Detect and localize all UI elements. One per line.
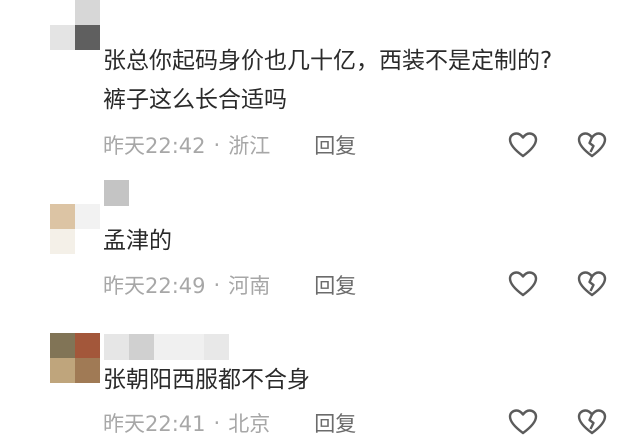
avatar-pixel (75, 25, 100, 50)
avatar-pixel (50, 25, 75, 50)
username-block (204, 334, 229, 360)
avatar-pixel (75, 333, 100, 358)
dislike-icon[interactable] (577, 270, 607, 298)
comment-time: 昨天22:41 (103, 412, 206, 436)
comment-location: 北京 (228, 412, 271, 436)
avatar-pixel (75, 0, 100, 25)
avatar-pixel (50, 358, 75, 383)
like-icon[interactable] (508, 131, 538, 159)
username-block (104, 334, 129, 360)
avatar-pixel (50, 204, 75, 229)
comment-meta: 昨天22:42 · 浙江 回复 (103, 130, 356, 160)
avatar[interactable] (50, 204, 100, 254)
comment-location: 河南 (228, 274, 271, 298)
avatar-pixel (75, 204, 100, 229)
comment-text: 孟津的 (103, 222, 172, 261)
comment-text: 张朝阳西服都不合身 (103, 361, 310, 400)
username-block (104, 180, 129, 206)
avatar-pixel (75, 358, 100, 383)
avatar[interactable] (50, 0, 100, 50)
like-icon[interactable] (508, 408, 538, 436)
meta-separator: · (213, 411, 221, 435)
like-icon[interactable] (508, 270, 538, 298)
comment-meta: 昨天22:41 · 北京 回复 (103, 408, 356, 438)
comment-text: 张总你起码身价也几十亿，西装不是定制的? 裤子这么长合适吗 (103, 42, 552, 120)
avatar-pixel (50, 333, 75, 358)
dislike-icon[interactable] (577, 408, 607, 436)
username-block (154, 334, 204, 360)
dislike-icon[interactable] (577, 131, 607, 159)
username-block (129, 180, 154, 206)
reply-button[interactable]: 回复 (314, 408, 356, 438)
comment-text-line: 张朝阳西服都不合身 (103, 367, 310, 393)
comment-time: 昨天22:49 (103, 274, 206, 298)
comment-text-line: 裤子这么长合适吗 (103, 87, 287, 113)
username-placeholder[interactable] (104, 180, 154, 206)
reply-button[interactable]: 回复 (314, 270, 356, 300)
comment-meta: 昨天22:49 · 河南 回复 (103, 270, 356, 300)
meta-separator: · (213, 273, 221, 297)
comment-text-line: 张总你起码身价也几十亿，西装不是定制的? (103, 48, 553, 74)
avatar-pixel (50, 0, 75, 25)
avatar[interactable] (50, 333, 100, 383)
reply-button[interactable]: 回复 (314, 130, 356, 160)
username-block (129, 334, 154, 360)
meta-separator: · (213, 133, 221, 157)
comment-text-line: 孟津的 (103, 228, 172, 254)
comment-time: 昨天22:42 (103, 134, 206, 158)
avatar-pixel (50, 229, 75, 254)
avatar-pixel (75, 229, 100, 254)
comment-location: 浙江 (228, 134, 271, 158)
username-placeholder[interactable] (104, 334, 229, 360)
